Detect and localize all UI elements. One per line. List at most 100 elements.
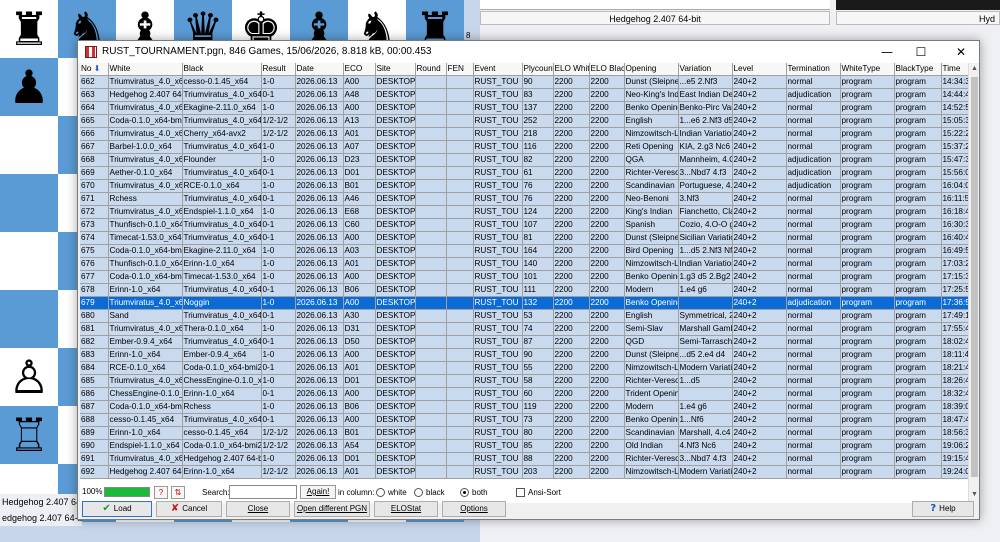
- table-cell: Semi-Slav: [624, 322, 679, 336]
- board-square[interactable]: [0, 174, 58, 232]
- table-cell: [415, 140, 447, 154]
- chess-piece-icon[interactable]: ♜: [0, 0, 58, 58]
- column-header[interactable]: Site: [375, 63, 416, 76]
- radio-black[interactable]: [414, 488, 423, 497]
- table-row[interactable]: 690 Endspiel-1.1.0_x64 Coda-0.1.0_x64-bmi2…: [80, 439, 968, 453]
- table-cell: [446, 413, 474, 427]
- table-cell: D01: [343, 452, 376, 466]
- table-row[interactable]: 686ChessEngine-0.1.0_x64Erinn-1.0_x640-1…: [80, 387, 968, 401]
- table-cell: Erinn-1.0_x64: [108, 283, 183, 297]
- column-header[interactable]: ECO: [343, 63, 376, 76]
- column-header[interactable]: ELO White: [553, 63, 590, 76]
- table-row[interactable]: 688 cesso-0.1.45_x64 Triumviratus_4.0_x64 0…: [80, 413, 968, 427]
- table-row[interactable]: 673 Thunfisch-0.1.0_x64 Triumviratus_4.0_x…: [80, 218, 968, 232]
- column-header[interactable]: White: [108, 63, 183, 76]
- table-row[interactable]: 662 Triumviratus_4.0_x64 cesso-0.1.45_x64 1…: [80, 75, 968, 89]
- ansi-sort-checkbox[interactable]: [516, 488, 525, 497]
- table-row[interactable]: 679 Triumviratus_4.0_x64 Noggin 1-0 2026.06.…: [80, 296, 968, 310]
- column-header[interactable]: WhiteType: [840, 63, 895, 76]
- board-square[interactable]: [0, 116, 58, 174]
- table-cell: 2200: [589, 374, 625, 388]
- table-row[interactable]: 667 Barbel-1.0.0_x64 Triumviratus_4.0_x64 1…: [80, 140, 968, 154]
- column-header[interactable]: Termination: [786, 63, 841, 76]
- table-row[interactable]: 674 Timecat-1.53.0_x64 Triumviratus_4.0_x6…: [80, 231, 968, 245]
- table-cell: [415, 465, 447, 479]
- column-header[interactable]: Opening: [624, 63, 679, 76]
- search-input[interactable]: [229, 485, 297, 499]
- scroll-up-icon[interactable]: ▲: [969, 63, 980, 75]
- table-cell: 240+2: [732, 374, 787, 388]
- open-different-pgn-button[interactable]: Open different PGN: [294, 501, 370, 517]
- table-cell: [415, 205, 447, 219]
- table-row[interactable]: 680 Sand Triumviratus_4.0_x64 0-1 2026.06.13…: [80, 309, 968, 323]
- vertical-scrollbar[interactable]: ▲ ▼: [968, 63, 979, 503]
- column-header[interactable]: Plycount: [522, 63, 554, 76]
- table-row[interactable]: 663Hedgehog 2.407 64-bitTriumviratus_4.0…: [80, 88, 968, 102]
- table-row[interactable]: 689 Erinn-1.0_x64 cesso-0.1.45_x64 1/2-1/2 2…: [80, 426, 968, 440]
- table-row[interactable]: 691 Triumviratus_4.0_x64 Hedgehog 2.407 64…: [80, 452, 968, 466]
- radio-white[interactable]: [376, 488, 385, 497]
- again-button[interactable]: Again!: [300, 485, 336, 499]
- games-table[interactable]: No ⬇ White Black Result Date ECO Site Round FEN E…: [80, 63, 968, 503]
- column-header[interactable]: Round: [415, 63, 447, 76]
- table-row[interactable]: 664 Triumviratus_4.0_x64 Ekagine-2.11.0_x6…: [80, 101, 968, 115]
- table-row[interactable]: 672 Triumviratus_4.0_x64 Endspiel-1.1.0_x6…: [80, 205, 968, 219]
- table-cell: Indian Variation: [678, 127, 733, 141]
- board-square[interactable]: [0, 232, 58, 290]
- options-button[interactable]: Options: [442, 501, 506, 517]
- help-button[interactable]: ? Help: [912, 501, 974, 517]
- column-header[interactable]: FEN: [446, 63, 474, 76]
- chess-piece-icon[interactable]: ♖: [0, 406, 58, 464]
- column-header[interactable]: Variation: [678, 63, 733, 76]
- table-cell: normal: [786, 413, 841, 427]
- table-row[interactable]: 668 Triumviratus_4.0_x64 Flounder 1-0 2026.0…: [80, 153, 968, 167]
- column-header[interactable]: Result: [261, 63, 296, 76]
- table-row[interactable]: 692Hedgehog 2.407 64-bitErinn-1.0_x641/2…: [80, 465, 968, 479]
- column-header[interactable]: Black: [182, 63, 262, 76]
- table-row[interactable]: 669 Aether-0.1.0_x64 Triumviratus_4.0_x64 0…: [80, 166, 968, 180]
- table-row[interactable]: 683 Erinn-1.0_x64 Ember-0.9.4_x64 1-0 2026.0…: [80, 348, 968, 362]
- chess-piece-icon[interactable]: ♙: [0, 348, 58, 406]
- elostat-button[interactable]: ELOStat: [374, 501, 438, 517]
- table-cell: Rchess: [108, 192, 183, 206]
- column-header[interactable]: Date: [295, 63, 344, 76]
- dialog-titlebar[interactable]: RUST_TOURNAMENT.pgn, 846 Games, 15/06/20…: [78, 41, 979, 63]
- table-row[interactable]: 684 RCE-0.1.0_x64 Coda-0.1.0_x64-bmi2 0-1 20…: [80, 361, 968, 375]
- table-row[interactable]: 678 Erinn-1.0_x64 Triumviratus_4.0_x64 0-1 2…: [80, 283, 968, 297]
- table-row[interactable]: 665 Coda-0.1.0_x64-bmi2 Triumviratus_4.0_x…: [80, 114, 968, 128]
- column-header[interactable]: ELO Black: [589, 63, 625, 76]
- column-header[interactable]: Event: [473, 63, 523, 76]
- clear-filter-icon[interactable]: ⇅: [171, 486, 185, 499]
- table-cell: program: [840, 127, 895, 141]
- table-row[interactable]: 681 Triumviratus_4.0_x64 Thera-0.1.0_x64 1-…: [80, 322, 968, 336]
- minimize-button[interactable]: —: [870, 41, 904, 63]
- table-cell: RUST_TOU: [473, 218, 523, 232]
- table-row[interactable]: 666 Triumviratus_4.0_x64 Cherry_x64-avx2 1/…: [80, 127, 968, 141]
- radio-both[interactable]: [460, 488, 469, 497]
- table-row[interactable]: 682 Ember-0.9.4_x64 Triumviratus_4.0_x64 0-…: [80, 335, 968, 349]
- column-header[interactable]: Time: [941, 63, 968, 76]
- maximize-button[interactable]: ☐: [904, 41, 938, 63]
- close-window-button[interactable]: ✕: [944, 41, 978, 63]
- column-header[interactable]: No ⬇: [80, 63, 109, 76]
- board-square[interactable]: [0, 290, 58, 348]
- table-cell: 60: [522, 387, 554, 401]
- table-row[interactable]: 676 Thunfisch-0.1.0_x64 Erinn-1.0_x64 1-0 20…: [80, 257, 968, 271]
- table-cell: Triumviratus_4.0_x64: [182, 283, 262, 297]
- table-row[interactable]: 670 Triumviratus_4.0_x64 RCE-0.1.0_x64 1-0 2…: [80, 179, 968, 193]
- chess-piece-icon[interactable]: ♟: [0, 58, 58, 116]
- table-row[interactable]: 671 Rchess Triumviratus_4.0_x64 0-1 2026.06.…: [80, 192, 968, 206]
- close-button[interactable]: Close: [226, 501, 290, 517]
- table-row[interactable]: 687 Coda-0.1.0_x64-bmi2 Rchess 1-0 2026.06.1…: [80, 400, 968, 414]
- table-row[interactable]: 685 Triumviratus_4.0_x64 ChessEngine-0.1.0…: [80, 374, 968, 388]
- filter-icon[interactable]: ?: [154, 486, 168, 499]
- table-cell: 2026.06.13: [295, 348, 344, 362]
- load-button[interactable]: ✔ Load: [82, 501, 152, 517]
- scrollbar-thumb[interactable]: [971, 77, 978, 477]
- column-header[interactable]: BlackType: [894, 63, 942, 76]
- table-cell: Modern Variation: [678, 361, 733, 375]
- column-header[interactable]: Level: [732, 63, 787, 76]
- table-row[interactable]: 677 Coda-0.1.0_x64-bmi2 Timecat-1.53.0_x64…: [80, 270, 968, 284]
- table-row[interactable]: 675 Coda-0.1.0_x64-bmi2 Ekagine-2.11.0_x64…: [80, 244, 968, 258]
- cancel-button[interactable]: ✘ Cancel: [156, 501, 222, 517]
